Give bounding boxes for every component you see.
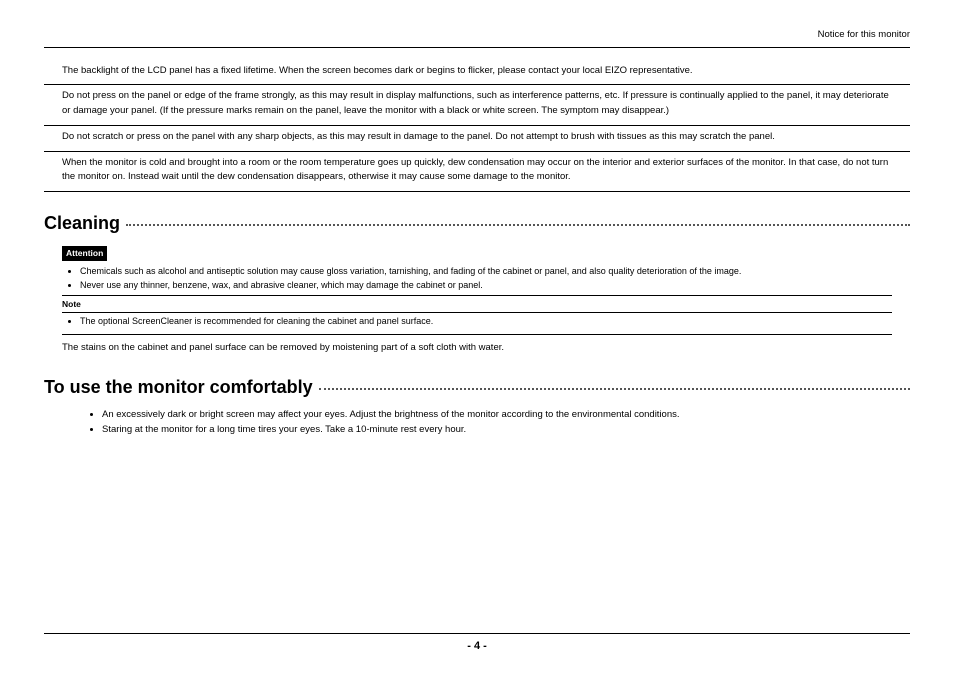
cleaning-body-text: The stains on the cabinet and panel surf…	[62, 335, 892, 356]
section-title-cleaning: Cleaning	[44, 210, 910, 238]
comfort-item: Staring at the monitor for a long time t…	[102, 423, 910, 438]
footer-rule	[44, 633, 910, 634]
paragraph-backlight: The backlight of the LCD panel has a fix…	[44, 60, 910, 86]
note-item: The optional ScreenCleaner is recommende…	[80, 315, 892, 329]
attention-item: Never use any thinner, benzene, wax, and…	[80, 279, 892, 293]
page-number: - 4 -	[44, 638, 910, 655]
paragraph-press: Do not press on the panel or edge of the…	[44, 85, 910, 125]
top-rule	[44, 47, 910, 48]
cleaning-inset: Attention Chemicals such as alcohol and …	[62, 244, 892, 356]
page-footer: - 4 -	[44, 633, 910, 655]
section-title-text: To use the monitor comfortably	[44, 374, 313, 402]
header-notice: Notice for this monitor	[44, 28, 910, 43]
section-title-text: Cleaning	[44, 210, 120, 238]
dotted-leader	[126, 224, 910, 226]
section-title-comfort: To use the monitor comfortably	[44, 374, 910, 402]
attention-list: Chemicals such as alcohol and antiseptic…	[62, 265, 892, 293]
attention-label: Attention	[62, 246, 107, 261]
note-list: The optional ScreenCleaner is recommende…	[62, 315, 892, 329]
comfort-list: An excessively dark or bright screen may…	[44, 408, 910, 438]
paragraph-condensation: When the monitor is cold and brought int…	[44, 152, 910, 192]
paragraph-scratch: Do not scratch or press on the panel wit…	[44, 126, 910, 152]
comfort-item: An excessively dark or bright screen may…	[102, 408, 910, 423]
dotted-leader	[319, 388, 910, 390]
attention-item: Chemicals such as alcohol and antiseptic…	[80, 265, 892, 279]
note-label: Note	[62, 296, 892, 313]
attention-block: Attention Chemicals such as alcohol and …	[62, 244, 892, 335]
